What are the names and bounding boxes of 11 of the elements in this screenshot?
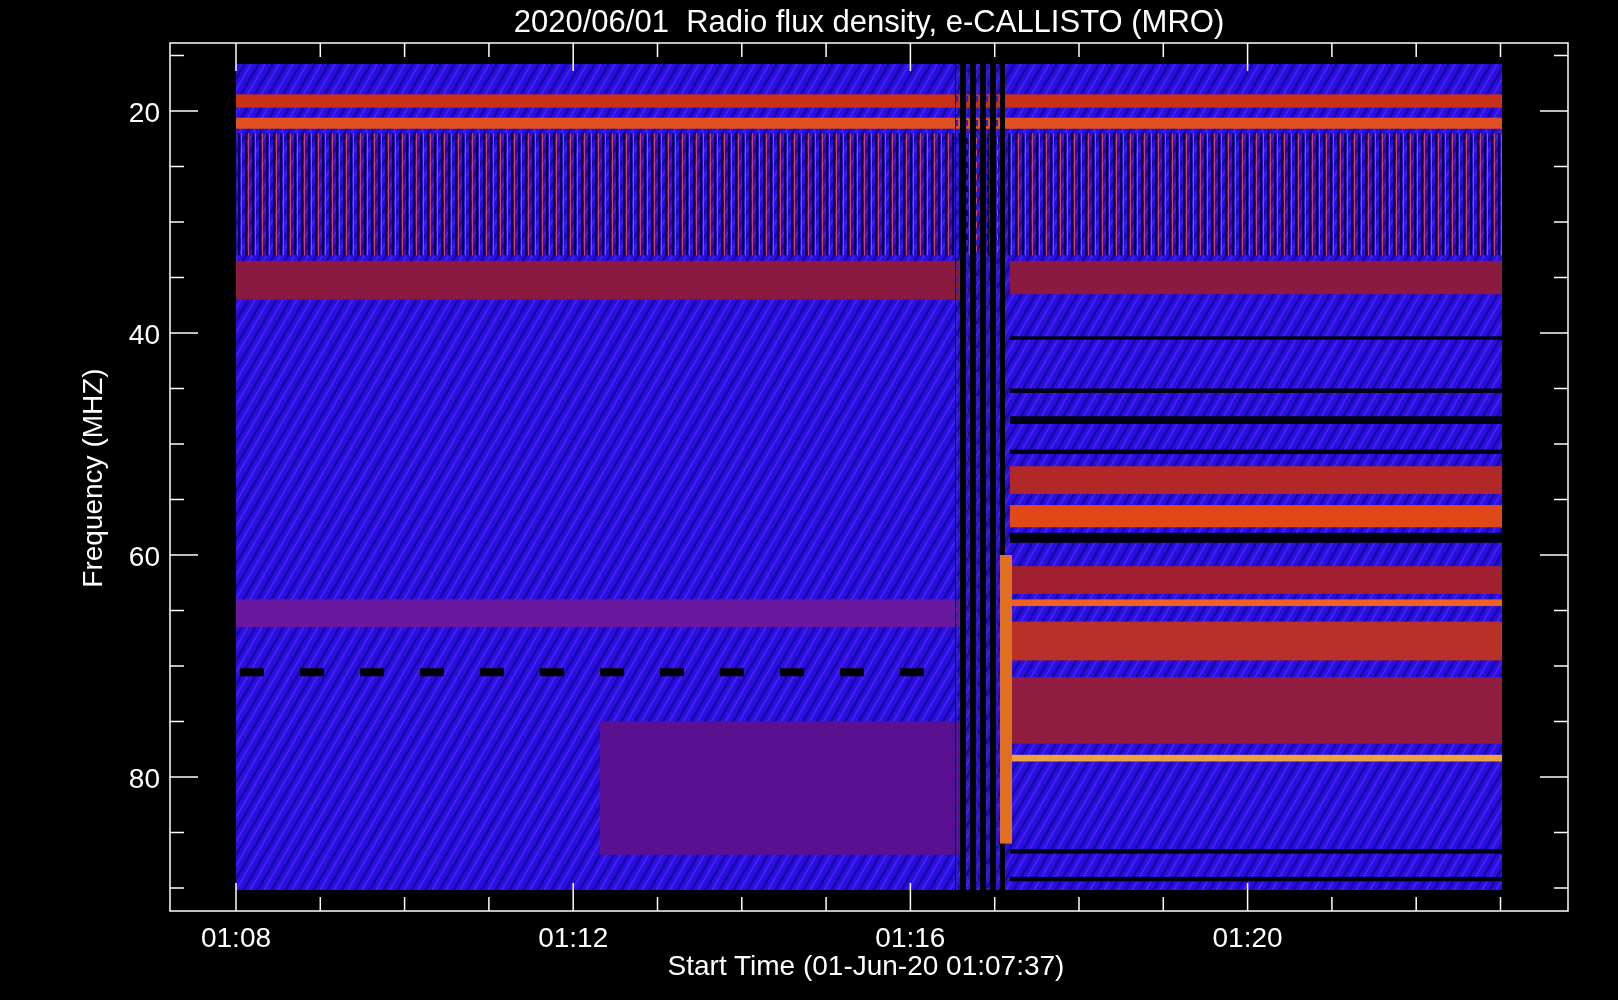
- tick-label: 01:16: [875, 922, 946, 953]
- tick-label: 01:20: [1212, 922, 1283, 953]
- tick-label: 40: [128, 319, 160, 350]
- tick-label: 80: [128, 763, 160, 794]
- tick-label: 01:12: [538, 922, 609, 953]
- axis-title: Start Time (01-Jun-20 01:07:37): [667, 950, 1065, 981]
- tick-label: 60: [128, 541, 160, 572]
- chart-title: 2020/06/01 Radio flux density, e-CALLISTO (MRO): [513, 4, 1225, 39]
- tick-label: 20: [128, 97, 160, 128]
- tick-label: 01:08: [200, 922, 272, 953]
- axis-title: Frequency (MHZ): [77, 368, 108, 588]
